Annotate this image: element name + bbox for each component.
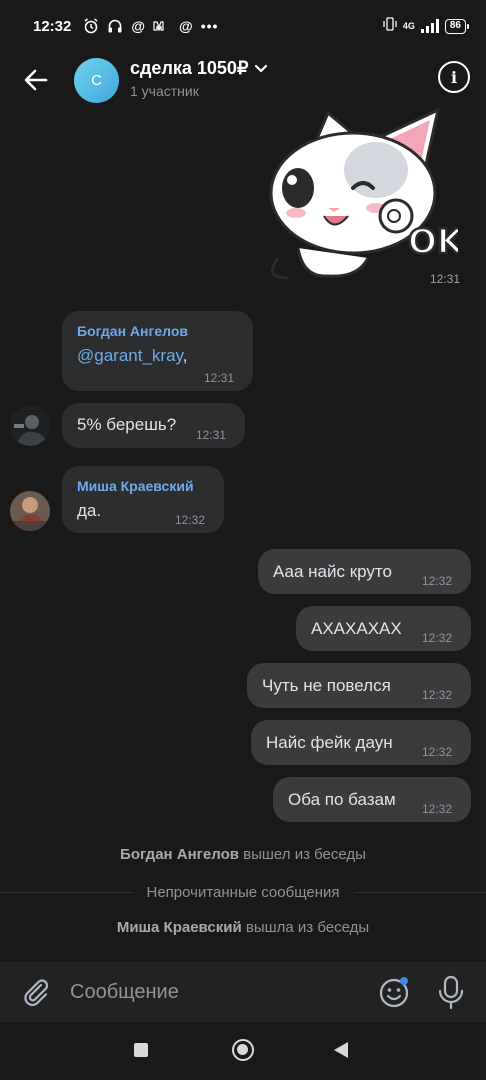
chat-title[interactable]: сделка 1050₽ <box>130 58 268 79</box>
message-time: 12:32 <box>422 574 453 588</box>
system-user-name[interactable]: Богдан Ангелов <box>120 846 239 863</box>
message-time: 12:32 <box>175 513 206 527</box>
chat-title-text: сделка 1050₽ <box>130 58 249 78</box>
message-text: АХАХАХАХ <box>311 619 402 638</box>
message-input[interactable] <box>70 977 360 1007</box>
sticker-caption: OK <box>408 222 458 262</box>
headphones-icon <box>108 19 122 33</box>
at-icon: @ <box>179 18 193 34</box>
paperclip-icon[interactable] <box>20 976 52 1008</box>
message-bubble[interactable]: 5% берешь? 12:31 <box>62 403 245 448</box>
message-text: @garant_kray, <box>77 346 188 366</box>
at-icon: @ <box>131 18 146 34</box>
message-bubble[interactable]: Найс фейк даун 12:32 <box>251 720 471 765</box>
status-time: 12:32 <box>33 17 72 35</box>
sender-name[interactable]: Богдан Ангелов <box>77 323 188 339</box>
status-bar: 12:32 @ @ ••• 4G 86 <box>0 0 486 52</box>
more-icon: ••• <box>200 18 219 34</box>
sender-name[interactable]: Миша Краевский <box>77 478 194 494</box>
vk-icon <box>153 21 164 32</box>
notification-icons: @ @ ••• <box>83 18 218 34</box>
chat-title-area[interactable]: сделка 1050₽ 1 участник <box>130 58 268 99</box>
message-text: да. <box>77 501 102 520</box>
unread-label: Непрочитанные сообщения <box>146 883 340 901</box>
message-text: Ааа найс круто <box>273 562 392 581</box>
alarm-icon <box>84 18 98 34</box>
chat-header: С сделка 1050₽ 1 участник i <box>0 52 486 108</box>
sticker-time: 12:31 <box>430 272 461 286</box>
system-navigation-bar <box>0 1022 486 1080</box>
message-bubble[interactable]: Оба по базам 12:32 <box>273 777 471 822</box>
message-text-trail: , <box>182 346 188 365</box>
message-bubble[interactable]: Богдан Ангелов @garant_kray, 12:31 <box>62 311 253 391</box>
message-time: 12:32 <box>422 631 453 645</box>
message-bubble[interactable]: Чуть не повелся 12:32 <box>247 663 471 708</box>
recent-apps-icon[interactable] <box>134 1043 148 1057</box>
chat-avatar[interactable]: С <box>74 58 119 103</box>
status-right: 4G 86 <box>383 16 470 36</box>
message-time: 12:32 <box>422 688 453 702</box>
system-user-name[interactable]: Миша Краевский <box>117 919 242 936</box>
message-bubble[interactable]: Миша Краевский да. 12:32 <box>62 466 224 533</box>
message-text: 5% берешь? <box>77 415 177 434</box>
system-message: Миша Краевский вышла из беседы <box>0 919 486 936</box>
message-text: Оба по базам <box>288 790 396 809</box>
vibrate-icon <box>383 16 397 36</box>
back-arrow-icon[interactable] <box>20 64 52 96</box>
emoji-icon[interactable] <box>378 976 410 1008</box>
message-text: Чуть не повелся <box>262 676 391 695</box>
message-bubble[interactable]: Ааа найс круто 12:32 <box>258 549 471 594</box>
system-message: Богдан Ангелов вышел из беседы <box>0 846 486 863</box>
signal-icon <box>420 19 439 33</box>
message-time: 12:31 <box>196 428 227 442</box>
nav-back-icon[interactable] <box>334 1042 348 1058</box>
divider-line <box>0 891 133 893</box>
message-time: 12:32 <box>422 745 453 759</box>
chevron-down-icon <box>255 64 268 72</box>
divider-line <box>353 891 486 893</box>
message-time: 12:32 <box>422 802 453 816</box>
avatar[interactable] <box>10 491 50 531</box>
message-text: Найс фейк даун <box>266 733 393 752</box>
system-action: вышла из беседы <box>245 919 370 936</box>
network-type: 4G <box>402 20 415 31</box>
cat-ok-sticker[interactable]: OK <box>258 108 458 288</box>
battery-indicator: 86 <box>444 18 470 34</box>
unread-divider: Непрочитанные сообщения <box>0 880 486 904</box>
mention-link[interactable]: @garant_kray <box>77 346 183 365</box>
message-time: 12:31 <box>204 371 235 385</box>
system-action: вышел из беседы <box>243 846 366 863</box>
avatar[interactable] <box>10 406 50 446</box>
microphone-icon[interactable] <box>436 974 466 1010</box>
info-icon[interactable]: i <box>438 61 470 93</box>
message-composer <box>0 962 486 1022</box>
chat-subtitle: 1 участник <box>130 83 199 99</box>
message-bubble[interactable]: АХАХАХАХ 12:32 <box>296 606 471 651</box>
home-icon[interactable] <box>232 1039 254 1061</box>
